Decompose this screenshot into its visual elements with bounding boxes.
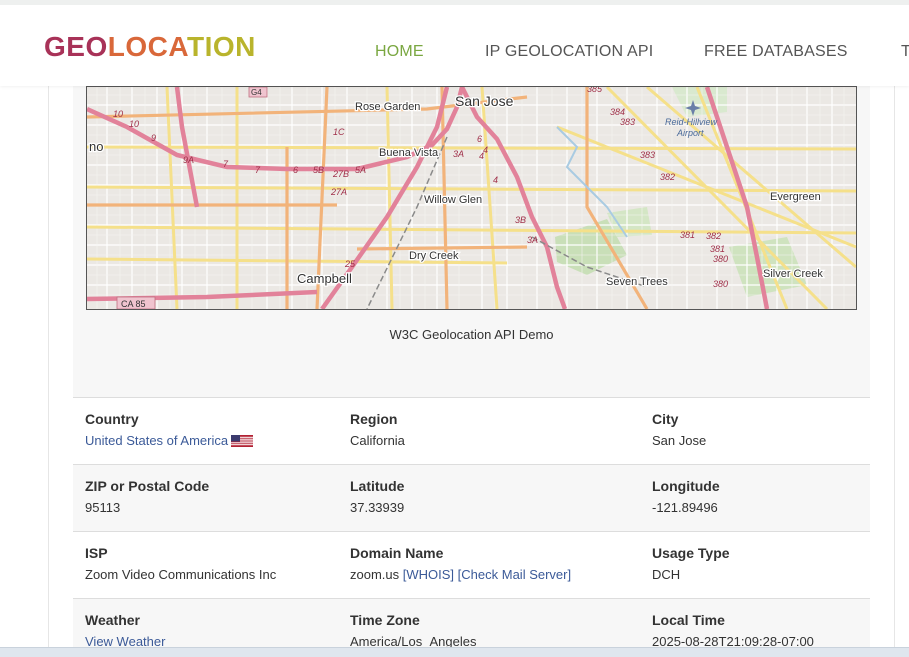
map-caption: W3C Geolocation API Demo	[389, 327, 554, 342]
label-usage-type: Usage Type	[652, 545, 730, 561]
value-region: California	[350, 433, 405, 448]
table-row: Country United States of America Region …	[73, 397, 870, 465]
map-label-dry-creek: Dry Creek	[409, 250, 459, 262]
geolocation-info-table: Country United States of America Region …	[73, 397, 870, 657]
map-exit-number: 381	[710, 244, 725, 254]
country-link[interactable]: United States of America	[85, 433, 228, 448]
map-label-rose-garden: Rose Garden	[355, 101, 420, 113]
map-exit-number: 382	[660, 172, 675, 182]
map-exit-number: 380	[713, 279, 728, 289]
map-exit-number: 385	[587, 87, 603, 94]
logo-part-tion: TION	[186, 31, 256, 62]
map-exit-number: 10	[129, 119, 139, 129]
map-label-silver-creek: Silver Creek	[763, 268, 823, 280]
cell-latitude: Latitude 37.33939	[338, 464, 640, 532]
map-shield-g4: G4	[251, 88, 262, 97]
map-label-airport-1: Reid-Hillview	[665, 117, 718, 127]
map-canvas: San Jose Rose Garden Buena Vista Willow …	[87, 87, 856, 309]
value-city: San Jose	[652, 433, 707, 448]
cell-region: Region California	[338, 397, 640, 465]
value-isp: Zoom Video Communications Inc	[85, 567, 277, 582]
map-shield-ca85: CA 85	[121, 299, 146, 309]
map-exit-number: 9	[151, 133, 156, 143]
value-domain: zoom.us	[350, 567, 400, 582]
content-column: San Jose Rose Garden Buena Vista Willow …	[48, 86, 895, 657]
label-zip: ZIP or Postal Code	[85, 478, 210, 494]
map-exit-number: 5B	[313, 165, 324, 175]
cell-city: City San Jose	[640, 397, 870, 465]
value-zip: 95113	[85, 500, 121, 515]
label-local-time: Local Time	[652, 612, 725, 628]
map-exit-number: 384	[610, 107, 625, 117]
value-longitude: -121.89496	[652, 500, 718, 515]
map-label-campbell: Campbell	[297, 271, 352, 286]
map-label-san-jose: San Jose	[455, 93, 514, 109]
map-label-seven-trees: Seven Trees	[606, 276, 668, 288]
map-label-airport-2: Airport	[676, 128, 704, 138]
site-header: GEOLOCATION HOME IP GEOLOCATION API FREE…	[0, 0, 909, 86]
map-label-no: no	[89, 139, 103, 154]
site-logo[interactable]: GEOLOCATION	[44, 31, 256, 63]
label-time-zone: Time Zone	[350, 612, 420, 628]
us-flag-icon	[231, 435, 254, 450]
map-exit-number: 382	[706, 231, 721, 241]
map-label-willow-glen: Willow Glen	[424, 194, 482, 206]
page: GEOLOCATION HOME IP GEOLOCATION API FREE…	[0, 0, 909, 657]
map-exit-number: 4	[483, 145, 488, 155]
map-exit-number: 25	[344, 259, 356, 269]
map-exit-number: 380	[713, 254, 728, 264]
map-exit-number: 27A	[330, 187, 347, 197]
map-label-evergreen: Evergreen	[770, 191, 821, 203]
map-exit-number: 4	[493, 175, 498, 185]
map-exit-number: 383	[640, 150, 655, 160]
logo-part-loca: LOCA	[107, 31, 187, 62]
label-longitude: Longitude	[652, 478, 720, 494]
value-usage-type: DCH	[652, 567, 681, 582]
label-weather: Weather	[85, 612, 140, 628]
label-city: City	[652, 411, 679, 427]
nav-free-databases[interactable]: FREE DATABASES	[704, 43, 848, 61]
table-row: ISP Zoom Video Communications Inc Domain…	[73, 531, 870, 599]
os-taskbar[interactable]	[0, 647, 909, 657]
logo-part-geo: GEO	[44, 31, 108, 62]
map-exit-number: 5A	[355, 165, 366, 175]
whois-link[interactable]: [WHOIS]	[403, 567, 454, 582]
cell-longitude: Longitude -121.89496	[640, 464, 870, 532]
value-latitude: 37.33939	[350, 500, 405, 515]
cell-country: Country United States of America	[73, 397, 338, 465]
table-row: ZIP or Postal Code 95113 Latitude 37.339…	[73, 464, 870, 532]
nav-item-truncated[interactable]: T	[901, 43, 909, 61]
cell-domain: Domain Name zoom.us [WHOIS] [Check Mail …	[338, 531, 640, 599]
map-exit-number: 27B	[332, 169, 349, 179]
cell-usage-type: Usage Type DCH	[640, 531, 870, 599]
label-country: Country	[85, 411, 139, 427]
cell-isp: ISP Zoom Video Communications Inc	[73, 531, 338, 599]
label-region: Region	[350, 411, 398, 427]
map-exit-number: 9A	[183, 155, 194, 165]
cell-zip: ZIP or Postal Code 95113	[73, 464, 338, 532]
map-exit-number: 3A	[453, 149, 464, 159]
map-label-buena-vista: Buena Vista	[379, 147, 439, 159]
map-card: San Jose Rose Garden Buena Vista Willow …	[73, 86, 870, 397]
location-map[interactable]: San Jose Rose Garden Buena Vista Willow …	[86, 86, 857, 310]
map-exit-number: 10	[113, 109, 123, 119]
nav-home[interactable]: HOME	[375, 43, 424, 61]
map-exit-number: 381	[680, 230, 695, 240]
map-exit-number: 3A	[527, 235, 538, 245]
label-isp: ISP	[85, 545, 108, 561]
label-domain: Domain Name	[350, 545, 444, 561]
map-exit-number: 1C	[333, 127, 345, 137]
check-mail-server-link[interactable]: [Check Mail Server]	[458, 567, 571, 582]
label-latitude: Latitude	[350, 478, 405, 494]
map-exit-number: 6	[293, 165, 298, 175]
map-exit-number: 6	[477, 134, 482, 144]
map-exit-number: 3B	[515, 215, 526, 225]
nav-ip-geolocation-api[interactable]: IP GEOLOCATION API	[485, 43, 653, 61]
map-exit-number: 383	[620, 117, 635, 127]
